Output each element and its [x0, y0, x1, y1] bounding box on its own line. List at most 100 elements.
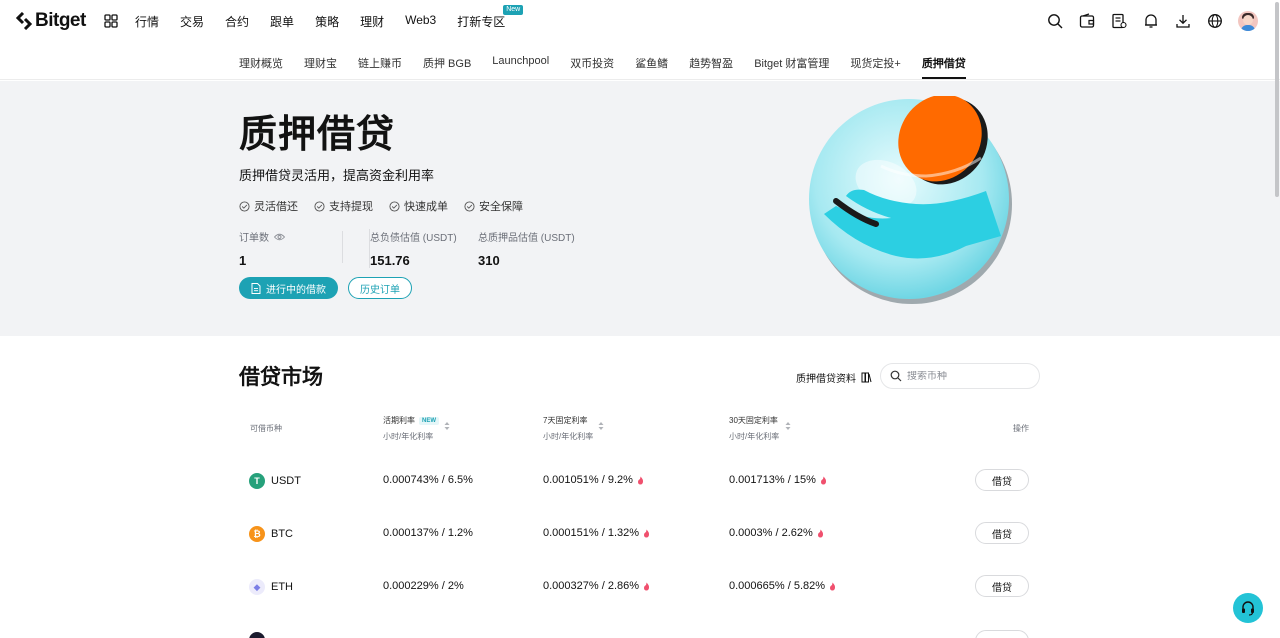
- loan-docs-link[interactable]: 质押借贷资料: [796, 370, 872, 385]
- orders-icon[interactable]: [1110, 12, 1128, 30]
- subnav-crypto-loans[interactable]: 质押借贷: [921, 55, 966, 79]
- borrow-button[interactable]: 借贷: [975, 522, 1029, 544]
- subnav-wealth-management[interactable]: Bitget 财富管理: [754, 55, 829, 71]
- subnav-dual-investment[interactable]: 双币投资: [570, 55, 614, 71]
- nav-launch-zone-label: 打新专区: [457, 15, 506, 29]
- flexible-rate: 0.000229% / 2%: [383, 580, 464, 592]
- brand-name: Bitget: [35, 10, 86, 31]
- feature-label: 支持提现: [329, 201, 373, 213]
- fixed-30day-rate: 0.000665% / 5.82%: [729, 580, 836, 592]
- stat-value: 310: [478, 253, 500, 268]
- borrow-button[interactable]: 借贷: [975, 575, 1029, 597]
- rate-value: 0.001051% / 9.2%: [543, 474, 633, 486]
- fire-icon: [830, 582, 836, 590]
- page-title: 质押借贷: [239, 114, 396, 156]
- notification-bell-icon[interactable]: [1142, 12, 1160, 30]
- borrow-button-partial[interactable]: [975, 630, 1029, 638]
- subnav-trend-earn[interactable]: 趋势智盈: [689, 55, 733, 71]
- wallet-icon[interactable]: [1078, 12, 1096, 30]
- hero-actions: 进行中的借款 历史订单: [239, 277, 412, 299]
- coin-search-input[interactable]: [907, 370, 1027, 382]
- header-7day-rate[interactable]: 7天固定利率 小时/年化利率: [543, 415, 593, 442]
- header-30day-rate[interactable]: 30天固定利率 小时/年化利率: [729, 415, 779, 442]
- feature-item: 安全保障: [464, 198, 523, 214]
- nav-markets[interactable]: 行情: [135, 13, 159, 30]
- subnav-onchain-earn[interactable]: 链上赚币: [358, 55, 402, 71]
- feature-label: 灵活借还: [254, 201, 298, 213]
- header-flexible-rate[interactable]: 活期利率 NEW 小时/年化利率: [383, 415, 439, 442]
- subnav-shark-fin[interactable]: 鲨鱼鳍: [635, 55, 668, 71]
- sort-icon[interactable]: [598, 421, 604, 431]
- nav-copy-trading[interactable]: 跟单: [270, 13, 294, 30]
- earn-subnav: 理财概览 理财宝 链上赚币 质押 BGB Launchpool 双币投资 鲨鱼鳍…: [0, 42, 1280, 80]
- hero-banner: 质押借贷 质押借贷灵活用，提高资金利用率 灵活借还 支持提现 快速成单 安全保障…: [0, 81, 1280, 336]
- rate-value: 0.0003% / 2.62%: [729, 527, 813, 539]
- feature-label: 快速成单: [404, 201, 448, 213]
- nav-futures[interactable]: 合约: [225, 13, 249, 30]
- table-row-partial: [239, 625, 1039, 638]
- eth-icon: ◆: [249, 579, 265, 595]
- flexible-rate: 0.000743% / 6.5%: [383, 474, 473, 486]
- scrollbar-thumb[interactable]: [1275, 2, 1279, 197]
- feature-label: 安全保障: [479, 201, 523, 213]
- globe-icon[interactable]: [1206, 12, 1224, 30]
- header-30day-label: 30天固定利率: [729, 416, 778, 425]
- crypto-loan-illustration: [809, 96, 1012, 304]
- customer-support-button[interactable]: [1233, 593, 1263, 623]
- page-subtitle: 质押借贷灵活用，提高资金利用率: [239, 168, 435, 183]
- fire-icon: [817, 529, 823, 537]
- book-icon: [861, 372, 872, 383]
- nav-earn[interactable]: 理财: [360, 13, 384, 30]
- header-subtitle: 小时/年化利率: [383, 432, 434, 441]
- download-icon[interactable]: [1174, 12, 1192, 30]
- nav-web3[interactable]: Web3: [405, 13, 436, 30]
- subnav-earn-overview[interactable]: 理财概览: [239, 55, 283, 71]
- document-icon: [251, 282, 261, 294]
- subnav-stake-bgb[interactable]: 质押 BGB: [423, 55, 471, 71]
- coin-symbol: USDT: [271, 475, 301, 487]
- rate-value: 0.000665% / 5.82%: [729, 580, 826, 592]
- coin-cell: ₿ BTC: [249, 526, 293, 542]
- rate-value: 0.001713% / 15%: [729, 474, 816, 486]
- borrow-button[interactable]: 借贷: [975, 469, 1029, 491]
- feature-item: 快速成单: [389, 198, 448, 214]
- user-avatar[interactable]: [1238, 11, 1258, 31]
- subnav-spot-dca[interactable]: 现货定投+: [850, 55, 900, 71]
- header-flex-title: 活期利率 NEW: [383, 415, 439, 426]
- subnav-launchpool[interactable]: Launchpool: [492, 55, 549, 71]
- stat-value: 151.76: [370, 253, 410, 268]
- subnav-items: 理财概览 理财宝 链上赚币 质押 BGB Launchpool 双币投资 鲨鱼鳍…: [239, 55, 987, 79]
- sort-icon[interactable]: [444, 421, 450, 431]
- new-tag: NEW: [419, 416, 439, 425]
- feature-item: 支持提现: [314, 198, 373, 214]
- fire-icon: [820, 476, 826, 484]
- check-circle-icon: [389, 200, 400, 212]
- flexible-rate: 0.000137% / 1.2%: [383, 527, 473, 539]
- header-coin: 可借币种: [250, 424, 282, 433]
- bitget-logo[interactable]: Bitget: [16, 10, 86, 32]
- active-loans-button[interactable]: 进行中的借款: [239, 277, 338, 299]
- usdt-icon: T: [249, 473, 265, 489]
- feature-item: 灵活借还: [239, 198, 298, 214]
- nav-trade[interactable]: 交易: [180, 13, 204, 30]
- history-orders-button[interactable]: 历史订单: [348, 277, 412, 299]
- stat-order-count: 订单数 1: [239, 229, 369, 268]
- header-action: 操作: [1013, 424, 1029, 433]
- nav-launch-zone[interactable]: 打新专区 New: [457, 5, 524, 30]
- subnav-savings[interactable]: 理财宝: [304, 55, 337, 71]
- sort-icon[interactable]: [785, 421, 791, 431]
- apps-grid-icon[interactable]: [104, 14, 118, 28]
- loan-docs-label: 质押借贷资料: [796, 374, 856, 385]
- nav-strategy[interactable]: 策略: [315, 13, 339, 30]
- fire-icon: [644, 582, 650, 590]
- header-subtitle: 小时/年化利率: [729, 432, 780, 441]
- page-scrollbar[interactable]: [1274, 0, 1280, 638]
- coin-cell: T USDT: [249, 473, 301, 489]
- headset-icon: [1242, 601, 1254, 616]
- search-icon[interactable]: [1046, 12, 1064, 30]
- coin-search-box[interactable]: [880, 363, 1040, 389]
- coin-cell: ◆ ETH: [249, 579, 293, 595]
- eye-icon[interactable]: [274, 233, 285, 241]
- stat-total-debt: 总负债估值 (USDT) 151.76: [369, 229, 478, 268]
- coin-icon: [249, 632, 265, 638]
